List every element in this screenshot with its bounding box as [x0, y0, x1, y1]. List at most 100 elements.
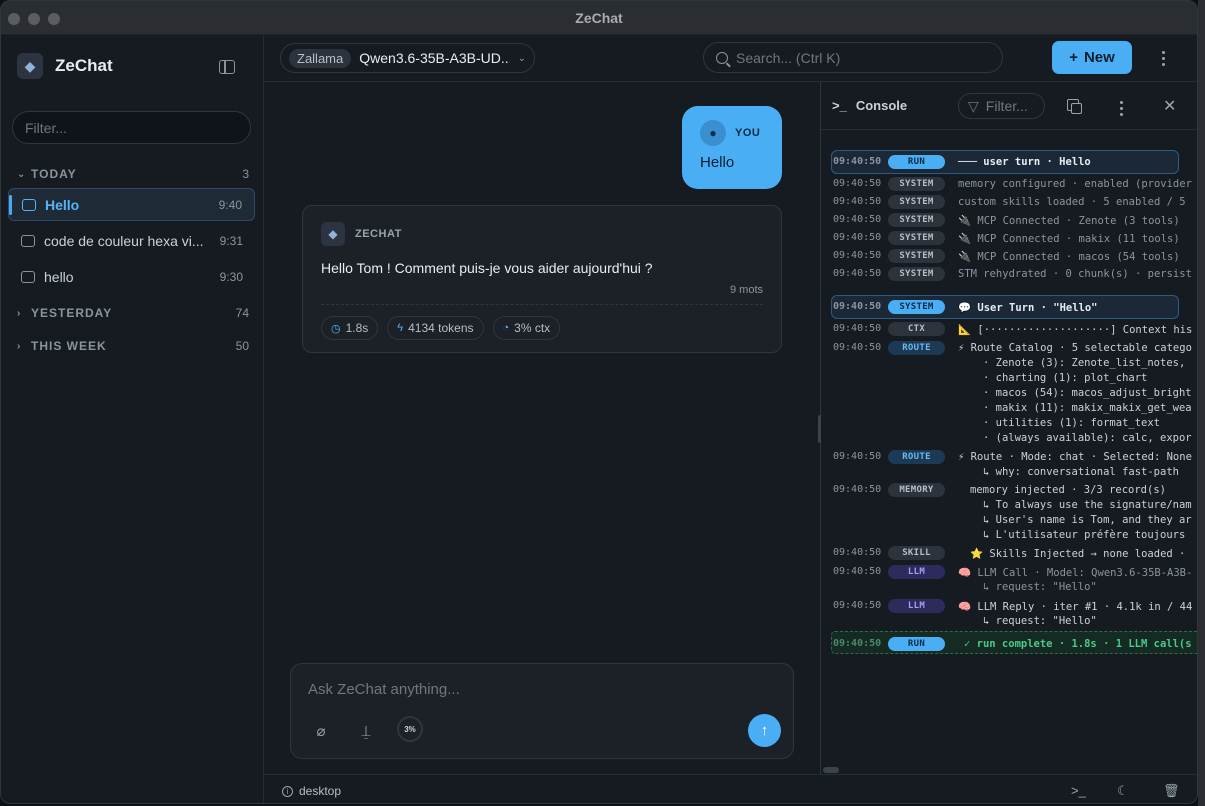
- chat-item-label: code de couleur hexa vi...: [44, 232, 204, 249]
- chat-item-time: 9:40: [218, 197, 242, 212]
- message-composer[interactable]: Ask ZeChat anything... ⌀ ⍊ 3% ↑: [290, 663, 794, 759]
- group-label: TODAY: [31, 167, 77, 181]
- assistant-avatar-icon: ◆: [321, 222, 345, 246]
- group-count: 50: [235, 339, 249, 353]
- filter-icon: ▽: [968, 97, 979, 114]
- horizontal-scrollbar[interactable]: [823, 767, 839, 773]
- copy-icon[interactable]: [1067, 99, 1082, 114]
- chat-item-time: 9:30: [219, 269, 243, 284]
- plus-icon: +: [1069, 49, 1078, 66]
- new-chat-label: New: [1083, 49, 1115, 66]
- llm-call-sub: ↳ request: "Hello": [983, 581, 1097, 593]
- console-panel: >_ Console ▽ Filter... ✕ 09:40:50 RUN ─── …: [821, 82, 1197, 774]
- pie-icon: ◔: [502, 322, 510, 334]
- group-count: 74: [235, 306, 249, 320]
- search-icon: [716, 51, 728, 64]
- console-filter-placeholder: Filter...: [985, 98, 1028, 114]
- group-yesterday[interactable]: › YESTERDAY 74: [17, 306, 249, 320]
- chat-item-color-code[interactable]: code de couleur hexa vi... 9:31: [8, 224, 255, 257]
- chevron-right-icon: ›: [17, 307, 22, 319]
- top-bar: Zallama Qwen3.6-35B-A3B-UD... ⌄ Search..…: [264, 35, 1197, 82]
- toggle-sidebar-icon[interactable]: [219, 60, 235, 74]
- console-filter-input[interactable]: ▽ Filter...: [958, 93, 1045, 119]
- user-message-text: Hello: [700, 154, 735, 171]
- console-header: >_ Console ▽ Filter... ✕: [821, 82, 1197, 130]
- chat-item-label: hello: [44, 268, 74, 285]
- group-today[interactable]: ⌄ TODAY 3: [17, 167, 249, 181]
- zoom-window-button[interactable]: [48, 13, 60, 25]
- lightning-icon: ϟ: [397, 322, 404, 334]
- route-catalog-line: · makix (11): makix_makix_get_wea: [983, 402, 1192, 414]
- chat-filter-input[interactable]: Filter...: [12, 111, 251, 144]
- group-label: THIS WEEK: [31, 339, 107, 353]
- close-icon[interactable]: ✕: [1163, 96, 1176, 116]
- brand: ◆ ZeChat: [17, 53, 113, 79]
- route-catalog-line: · charting (1): plot_chart: [983, 372, 1148, 384]
- close-window-button[interactable]: [8, 13, 20, 25]
- brand-name: ZeChat: [55, 56, 113, 75]
- microphone-icon[interactable]: ⍊: [355, 720, 377, 742]
- host-indicator: i desktop: [282, 784, 341, 798]
- chat-item-label: Hello: [45, 196, 80, 213]
- chat-item-hello[interactable]: Hello 9:40: [8, 188, 255, 221]
- duration-badge: ◷ 1.8s: [321, 316, 379, 340]
- chat-bubble-icon: [22, 198, 36, 211]
- chevron-right-icon: ›: [17, 340, 22, 352]
- host-label: desktop: [299, 784, 342, 798]
- chat-bubble-icon: [21, 234, 35, 247]
- llm-reply-sub: ↳ request: "Hello": [983, 615, 1097, 627]
- route-catalog-line: · (always available): calc, expor: [983, 432, 1192, 444]
- group-this-week[interactable]: › THIS WEEK 50: [17, 339, 249, 353]
- chevron-down-icon: ⌄: [17, 168, 27, 180]
- more-options-icon[interactable]: [1162, 51, 1166, 66]
- route-catalog-line: · macos (54): macos_adjust_bright: [983, 387, 1192, 399]
- user-message: ● YOU Hello: [682, 106, 782, 189]
- terminal-icon: >_: [832, 98, 847, 113]
- group-count: 3: [242, 167, 249, 181]
- context-badge: ◔ 3% ctx: [492, 316, 561, 340]
- model-selector[interactable]: Zallama Qwen3.6-35B-A3B-UD... ⌄: [280, 43, 535, 73]
- search-placeholder: Search... (Ctrl K): [736, 49, 841, 66]
- app-logo-icon: ◆: [17, 53, 43, 79]
- minimize-window-button[interactable]: [28, 13, 40, 25]
- route-why-line: ↳ why: conversational fast-path: [983, 466, 1179, 478]
- console-log: 09:40:50 RUN ─── user turn · Hello 09:40:5…: [821, 130, 1197, 764]
- clock-icon: ◷: [331, 322, 341, 335]
- status-bar: i desktop >_ ☾ 🗑: [264, 774, 1197, 803]
- send-button[interactable]: ↑: [748, 714, 781, 747]
- moon-icon[interactable]: ☾: [1117, 783, 1129, 799]
- search-input[interactable]: Search... (Ctrl K): [703, 42, 1003, 73]
- console-more-icon[interactable]: [1120, 101, 1124, 116]
- provider-badge: Zallama: [289, 48, 352, 68]
- console-title: Console: [855, 98, 908, 113]
- composer-placeholder: Ask ZeChat anything...: [308, 681, 460, 698]
- paperclip-icon[interactable]: ⌀: [310, 720, 332, 742]
- trash-icon[interactable]: 🗑: [1163, 783, 1180, 799]
- new-chat-button[interactable]: + New: [1052, 41, 1132, 74]
- chat-item-time: 9:31: [219, 233, 243, 248]
- window-title: ZeChat: [575, 9, 623, 26]
- user-role-label: YOU: [735, 127, 761, 139]
- chat-filter-placeholder: Filter...: [25, 119, 68, 136]
- chat-item-hello-2[interactable]: hello 9:30: [8, 260, 255, 293]
- tokens-value: 4134 tokens: [408, 321, 474, 335]
- title-bar: ZeChat: [1, 1, 1197, 35]
- app-window: ZeChat ◆ ZeChat Filter... ⌄ TODAY 3 Hell…: [0, 0, 1198, 804]
- terminal-icon[interactable]: >_: [1071, 783, 1086, 798]
- divider: [321, 304, 763, 305]
- word-count: 9 mots: [729, 284, 763, 296]
- chevron-down-icon: ⌄: [517, 52, 526, 64]
- desktop-edge: [1198, 0, 1205, 806]
- chat-bubble-icon: [21, 270, 35, 283]
- context-value: 3% ctx: [514, 321, 551, 335]
- assistant-role-label: ZECHAT: [355, 228, 402, 240]
- model-name: Qwen3.6-35B-A3B-UD...: [359, 50, 510, 66]
- assistant-message: ◆ ZECHAT Hello Tom ! Comment puis-je vou…: [302, 205, 782, 353]
- route-catalog-line: · Zenote (3): Zenote_list_notes,: [983, 357, 1186, 369]
- duration-value: 1.8s: [345, 321, 369, 335]
- sidebar: ◆ ZeChat Filter... ⌄ TODAY 3 Hello 9:40 …: [1, 35, 264, 803]
- info-icon: i: [282, 785, 293, 797]
- memory-line: ↳ User's name is Tom, and they ar: [983, 514, 1192, 526]
- user-avatar-icon: ●: [700, 120, 726, 146]
- route-catalog-line: · utilities (1): format_text: [983, 417, 1161, 429]
